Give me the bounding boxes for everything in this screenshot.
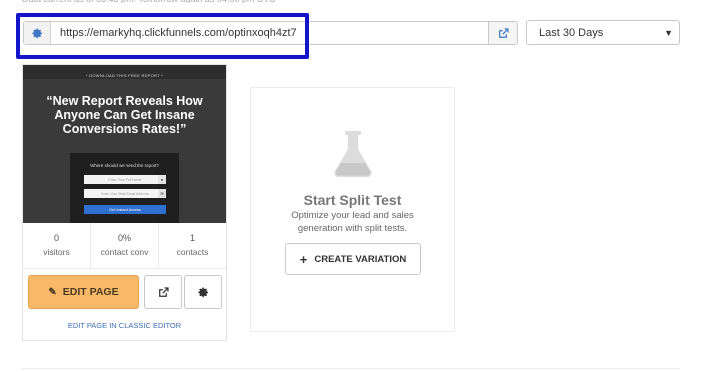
external-link-icon xyxy=(498,27,509,38)
stat-label: visitors xyxy=(43,247,70,257)
thumbnail-email-placeholder: Enter Your Best Email Address xyxy=(101,191,149,196)
external-link-icon xyxy=(158,286,169,297)
thumbnail-email-field: Enter Your Best Email Address ✉ xyxy=(84,189,166,198)
page-settings-button[interactable] xyxy=(184,275,222,309)
edit-page-label: EDIT PAGE xyxy=(62,286,119,298)
stat-value: 1 xyxy=(189,233,195,243)
date-range-value: Last 30 Days xyxy=(539,26,604,39)
envelope-icon: ✉ xyxy=(158,189,166,198)
page-thumbnail[interactable]: * DOWNLOAD THIS FREE REPORT * “New Repor… xyxy=(23,65,226,223)
caret-down-icon: ▼ xyxy=(664,28,673,38)
split-test-card: Start Split Test Optimize your lead and … xyxy=(250,87,455,332)
divider xyxy=(22,368,680,369)
gear-icon xyxy=(197,287,208,297)
thumbnail-headline: “New Report Reveals How Anyone Can Get I… xyxy=(46,94,203,136)
edit-page-button[interactable]: ✎ EDIT PAGE xyxy=(28,275,139,309)
preview-page-button[interactable] xyxy=(144,275,182,309)
page-card: * DOWNLOAD THIS FREE REPORT * “New Repor… xyxy=(22,64,227,341)
split-test-description: Optimize your lead and sales generation … xyxy=(291,210,414,234)
url-highlight-box xyxy=(16,13,309,59)
partial-status-text: Data current as of 03:45 pm. Tomorrow ag… xyxy=(22,0,275,3)
open-url-button[interactable] xyxy=(488,21,518,45)
user-icon: ● xyxy=(158,175,166,184)
edit-classic-editor-link[interactable]: EDIT PAGE IN CLASSIC EDITOR xyxy=(23,321,226,330)
plus-icon: + xyxy=(299,251,308,267)
stat-value: 0 xyxy=(53,233,59,243)
thumbnail-name-placeholder: Enter Your Full Name xyxy=(108,177,142,182)
page-stats: 0 visitors 0% contact conv 1 contacts xyxy=(23,223,226,269)
date-range-select[interactable]: Last 30 Days ▼ xyxy=(526,20,680,45)
stat-contacts: 1 contacts xyxy=(159,223,226,268)
thumbnail-kicker: * DOWNLOAD THIS FREE REPORT * xyxy=(85,73,164,78)
thumbnail-name-field: Enter Your Full Name ● xyxy=(84,175,166,184)
thumbnail-submit-button: Get Instant Access xyxy=(84,205,166,214)
flask-icon xyxy=(334,131,372,178)
edit-icon: ✎ xyxy=(48,286,57,298)
stat-label: contacts xyxy=(176,247,209,257)
thumbnail-optin-form: Where should we send the report? Enter Y… xyxy=(70,153,179,223)
thumbnail-form-title: Where should we send the report? xyxy=(90,163,159,168)
stat-label: contact conv xyxy=(100,247,149,257)
stat-visitors: 0 visitors xyxy=(23,223,91,268)
create-variation-button[interactable]: + CREATE VARIATION xyxy=(285,243,421,275)
stat-contact-conv: 0% contact conv xyxy=(91,223,159,268)
create-variation-label: CREATE VARIATION xyxy=(314,253,407,265)
stat-value: 0% xyxy=(117,233,131,243)
split-test-title: Start Split Test xyxy=(303,192,402,208)
